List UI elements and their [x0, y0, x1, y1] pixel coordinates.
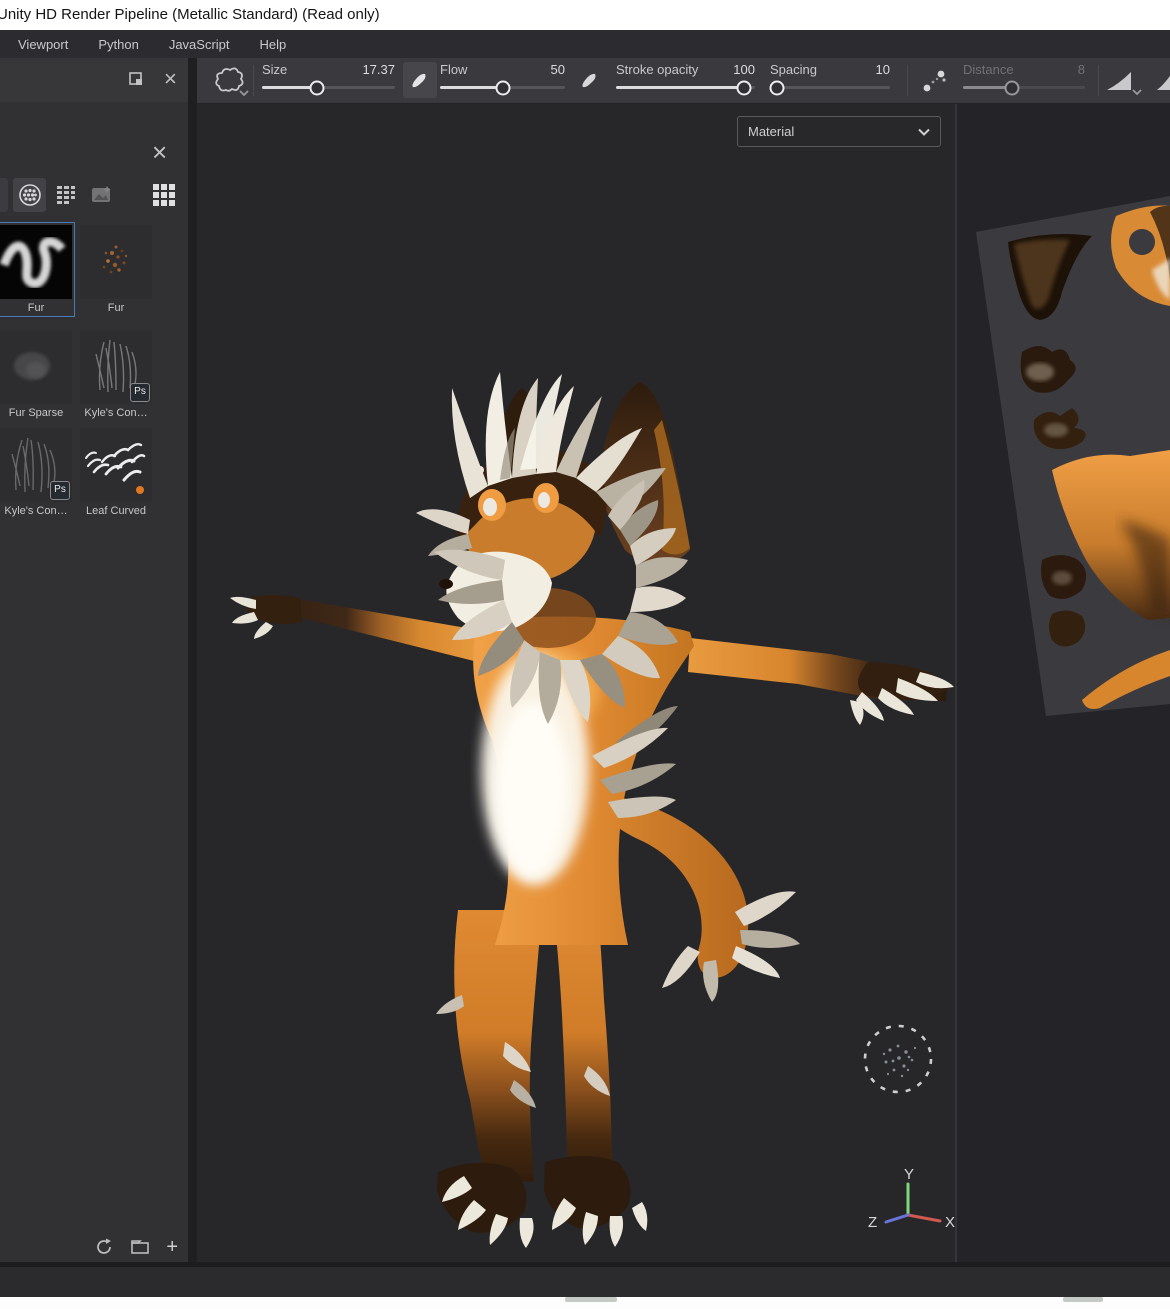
- brush-toolbar: Size17.37 Flow50 Stroke opacity100 Spaci…: [197, 58, 1170, 104]
- brush-tile-fur-2[interactable]: Fur: [80, 225, 152, 314]
- preset-list-icon: [54, 183, 78, 207]
- material-dropdown-value: Material: [748, 124, 794, 139]
- close-panel-icon[interactable]: ×: [164, 69, 177, 89]
- float-panel-icon[interactable]: [128, 71, 144, 87]
- viewport-2d-uv[interactable]: [955, 104, 1170, 1262]
- taskbar-edge: [0, 1297, 1170, 1309]
- brush-stamp-icon[interactable]: [212, 64, 250, 98]
- image-icon: [90, 183, 114, 207]
- window-title-bar: Unity HD Render Pipeline (Metallic Stand…: [0, 0, 1170, 30]
- size-slider[interactable]: Size17.37: [262, 62, 395, 89]
- photoshop-badge: Ps: [50, 481, 70, 500]
- photoshop-badge: Ps: [130, 383, 150, 402]
- brush-presets-panel: ×: [0, 102, 188, 1232]
- menu-help[interactable]: Help: [260, 37, 287, 52]
- grid-view-icon[interactable]: [147, 178, 180, 212]
- falloff-curve-icon-edge[interactable]: [1155, 66, 1170, 96]
- panel-resize-gutter[interactable]: [188, 58, 197, 1262]
- brush-tile-kyles-1[interactable]: Ps Kyle's Con…: [80, 330, 152, 419]
- chevron-down-icon: [918, 128, 930, 136]
- bottom-bar: [0, 1267, 1170, 1297]
- material-dropdown[interactable]: Material: [737, 116, 941, 147]
- taskbar-nub: [1063, 1297, 1103, 1302]
- fur-sparse-thumbnail: [0, 330, 72, 404]
- tab-pattern-sphere[interactable]: [13, 178, 46, 212]
- fur-speckle-thumbnail: [80, 225, 152, 299]
- tab-image[interactable]: [85, 178, 118, 212]
- spacing-slider[interactable]: Spacing10: [770, 62, 890, 89]
- brush-tip-button[interactable]: [403, 62, 437, 98]
- window-title: Unity HD Render Pipeline (Metallic Stand…: [0, 0, 380, 30]
- brush-panel-header: ×: [0, 58, 188, 103]
- brush-tile-fur-sparse[interactable]: Fur Sparse: [0, 330, 72, 419]
- brush-tip-icon[interactable]: [581, 71, 599, 89]
- menu-javascript[interactable]: JavaScript: [169, 37, 230, 52]
- brush-tile-kyles-2[interactable]: Ps Kyle's Con…: [0, 428, 72, 517]
- brush-tile-leaf-curved[interactable]: Leaf Curved: [80, 428, 152, 517]
- scatter-icon[interactable]: [920, 66, 950, 96]
- tab-preset-list[interactable]: [49, 178, 82, 212]
- menu-viewport[interactable]: Viewport: [18, 37, 68, 52]
- panel-footer: +: [0, 1232, 188, 1262]
- folder-icon[interactable]: [130, 1237, 150, 1257]
- color-dot: [136, 486, 144, 494]
- stroke-opacity-slider[interactable]: Stroke opacity100: [616, 62, 755, 89]
- distance-slider[interactable]: Distance8: [963, 62, 1085, 89]
- add-icon[interactable]: +: [166, 1238, 178, 1256]
- brush-tile-fur-1[interactable]: Fur: [0, 225, 72, 314]
- fur-squiggle-thumbnail: [0, 225, 72, 299]
- close-search-icon[interactable]: ×: [152, 142, 167, 162]
- taskbar-nub: [565, 1297, 617, 1302]
- brush-panel-tabs: [0, 176, 188, 214]
- app-window: Unity HD Render Pipeline (Metallic Stand…: [0, 0, 1170, 1309]
- pattern-sphere-icon: [18, 183, 42, 207]
- menu-python[interactable]: Python: [98, 37, 138, 52]
- menu-bar: Viewport Python JavaScript Help: [0, 30, 1170, 58]
- viewport-3d[interactable]: [197, 104, 955, 1262]
- falloff-curve-icon[interactable]: [1105, 66, 1145, 96]
- refresh-icon[interactable]: [94, 1237, 114, 1257]
- flow-slider[interactable]: Flow50: [440, 62, 565, 89]
- tab-partial[interactable]: [0, 178, 8, 212]
